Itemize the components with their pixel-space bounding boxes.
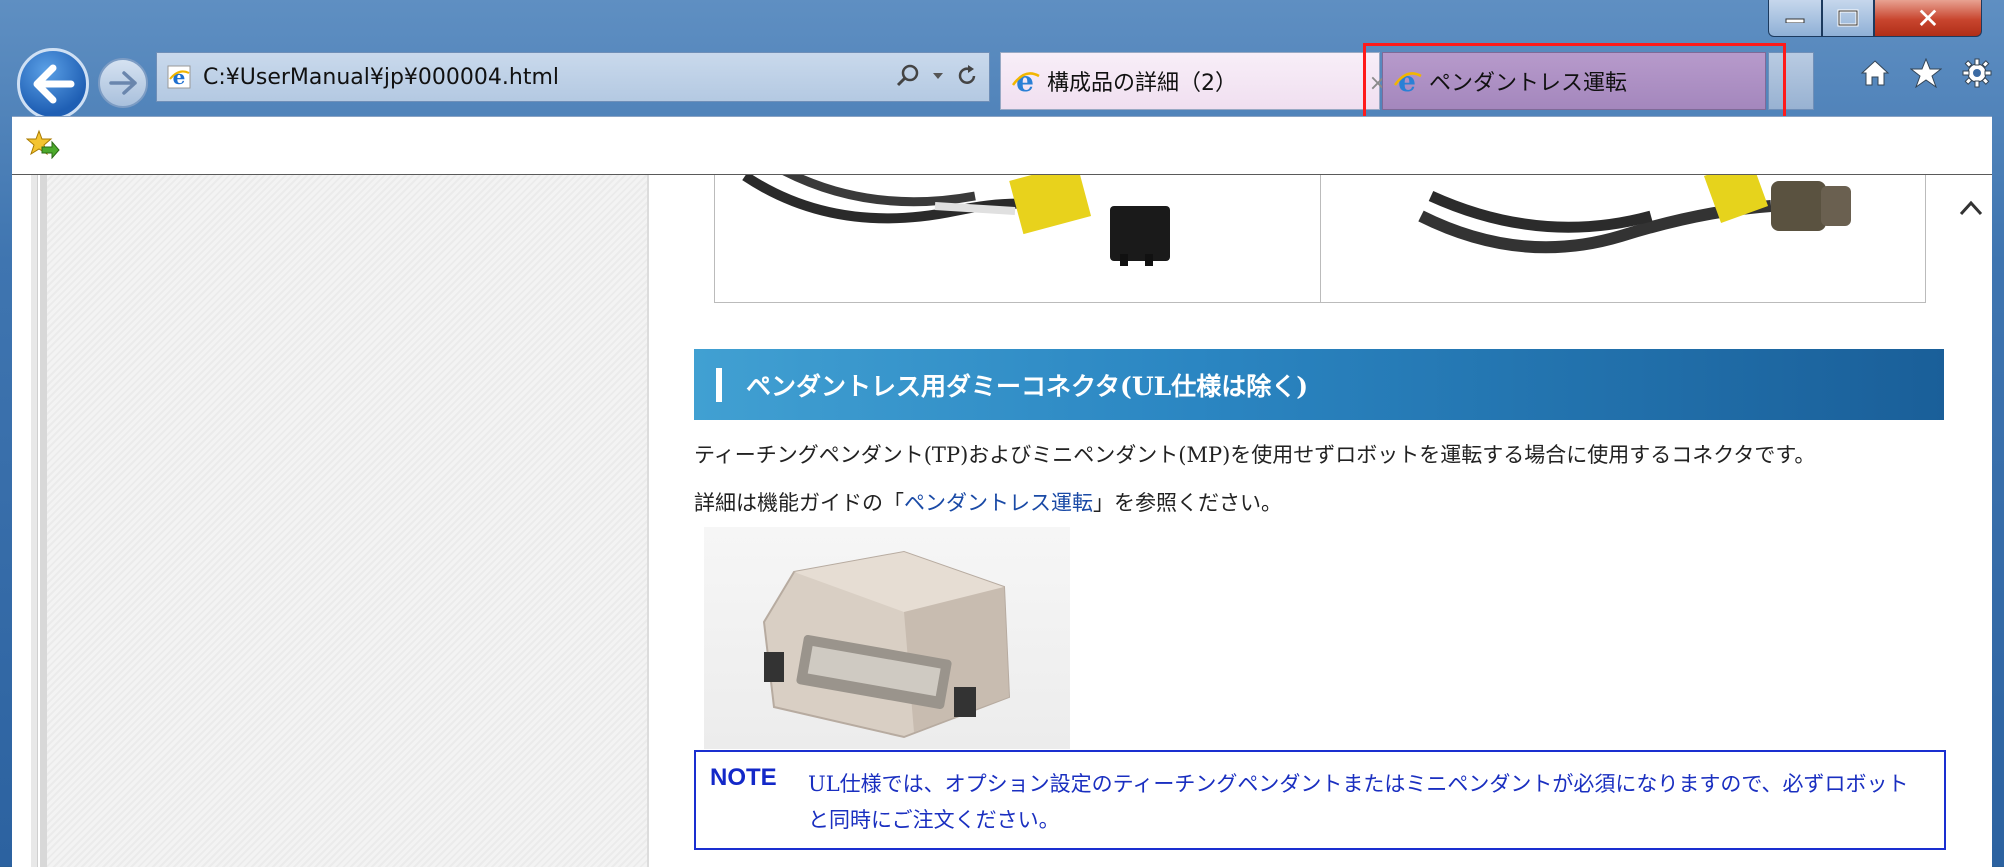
home-icon[interactable] — [1860, 58, 1890, 88]
minimize-button[interactable] — [1768, 0, 1822, 37]
add-favorite-icon[interactable] — [26, 129, 60, 159]
vertical-scrollbar[interactable] — [1950, 175, 1992, 867]
section-marker — [716, 367, 722, 402]
close-icon: ✕ — [1916, 1, 1940, 35]
right-toolbar — [1860, 58, 1992, 88]
note-label: NOTE — [710, 764, 777, 791]
tab-highlight-box — [1363, 43, 1786, 121]
svg-text:e: e — [1016, 66, 1034, 96]
scroll-up-icon[interactable] — [1958, 199, 1984, 217]
minimize-icon — [1785, 18, 1805, 23]
browser-window: ✕ e C:¥UserManual¥jp¥000004.html e 構成品の詳… — [0, 0, 2004, 867]
maximize-icon — [1837, 9, 1859, 27]
section-title: ペンダントレス用ダミーコネクタ(UL仕様は除く) — [746, 371, 1309, 401]
note-box: NOTE UL仕様では、オプション設定のティーチングペンダントまたはミニペンダン… — [694, 750, 1946, 850]
back-button[interactable] — [17, 48, 89, 120]
refresh-icon[interactable] — [955, 64, 979, 88]
ie-logo-icon: e — [1011, 66, 1040, 96]
note-text: UL仕様では、オプション設定のティーチングペンダントまたはミニペンダントが必須に… — [808, 772, 1909, 832]
reference-paragraph: 詳細は機能ガイドの「ペンダントレス運転」を参照ください。 — [694, 487, 1282, 517]
cable-image-right — [1321, 175, 1926, 302]
cable-connector-image — [742, 175, 1170, 266]
main-content: ペンダントレス用ダミーコネクタ(UL仕様は除く) ティーチングペンダント(TP)… — [682, 175, 1946, 867]
gear-icon[interactable] — [1962, 58, 1992, 88]
svg-text:e: e — [173, 65, 186, 89]
reference-suffix: 」を参照ください。 — [1093, 491, 1282, 515]
back-arrow-icon — [33, 64, 75, 104]
maximize-button[interactable] — [1822, 0, 1874, 37]
left-sidebar — [31, 175, 649, 867]
tab-label: 構成品の詳細（2） — [1047, 71, 1237, 96]
reference-prefix: 詳細は機能ガイドの「 — [694, 491, 904, 515]
forward-button[interactable] — [98, 58, 148, 108]
tab-component-details[interactable]: e 構成品の詳細（2） × — [1000, 52, 1387, 110]
section-header: ペンダントレス用ダミーコネクタ(UL仕様は除く) — [694, 349, 1944, 420]
close-window-button[interactable]: ✕ — [1874, 0, 1982, 37]
address-bar[interactable]: e C:¥UserManual¥jp¥000004.html — [156, 52, 990, 102]
dummy-connector-image — [762, 550, 1011, 739]
cable-round-connector-image — [1417, 175, 1851, 254]
ie-page-icon: e — [167, 65, 191, 89]
address-tools — [895, 63, 979, 89]
cable-image-table — [714, 175, 1926, 303]
address-url[interactable]: C:¥UserManual¥jp¥000004.html — [203, 65, 559, 90]
cable-image-left — [715, 175, 1321, 302]
dropdown-arrow-icon[interactable] — [931, 71, 945, 81]
forward-arrow-icon — [109, 71, 137, 95]
star-icon[interactable] — [1910, 58, 1942, 88]
dummy-connector-photo — [704, 527, 1070, 749]
page-content: ペンダントレス用ダミーコネクタ(UL仕様は除く) ティーチングペンダント(TP)… — [12, 174, 1992, 867]
favorites-bar — [12, 116, 1992, 174]
search-icon[interactable] — [895, 63, 921, 89]
pendantless-operation-link[interactable]: ペンダントレス運転 — [904, 491, 1093, 515]
window-controls: ✕ — [1768, 0, 1982, 38]
description-paragraph: ティーチングペンダント(TP)およびミニペンダント(MP)を使用せずロボットを運… — [694, 443, 1816, 467]
